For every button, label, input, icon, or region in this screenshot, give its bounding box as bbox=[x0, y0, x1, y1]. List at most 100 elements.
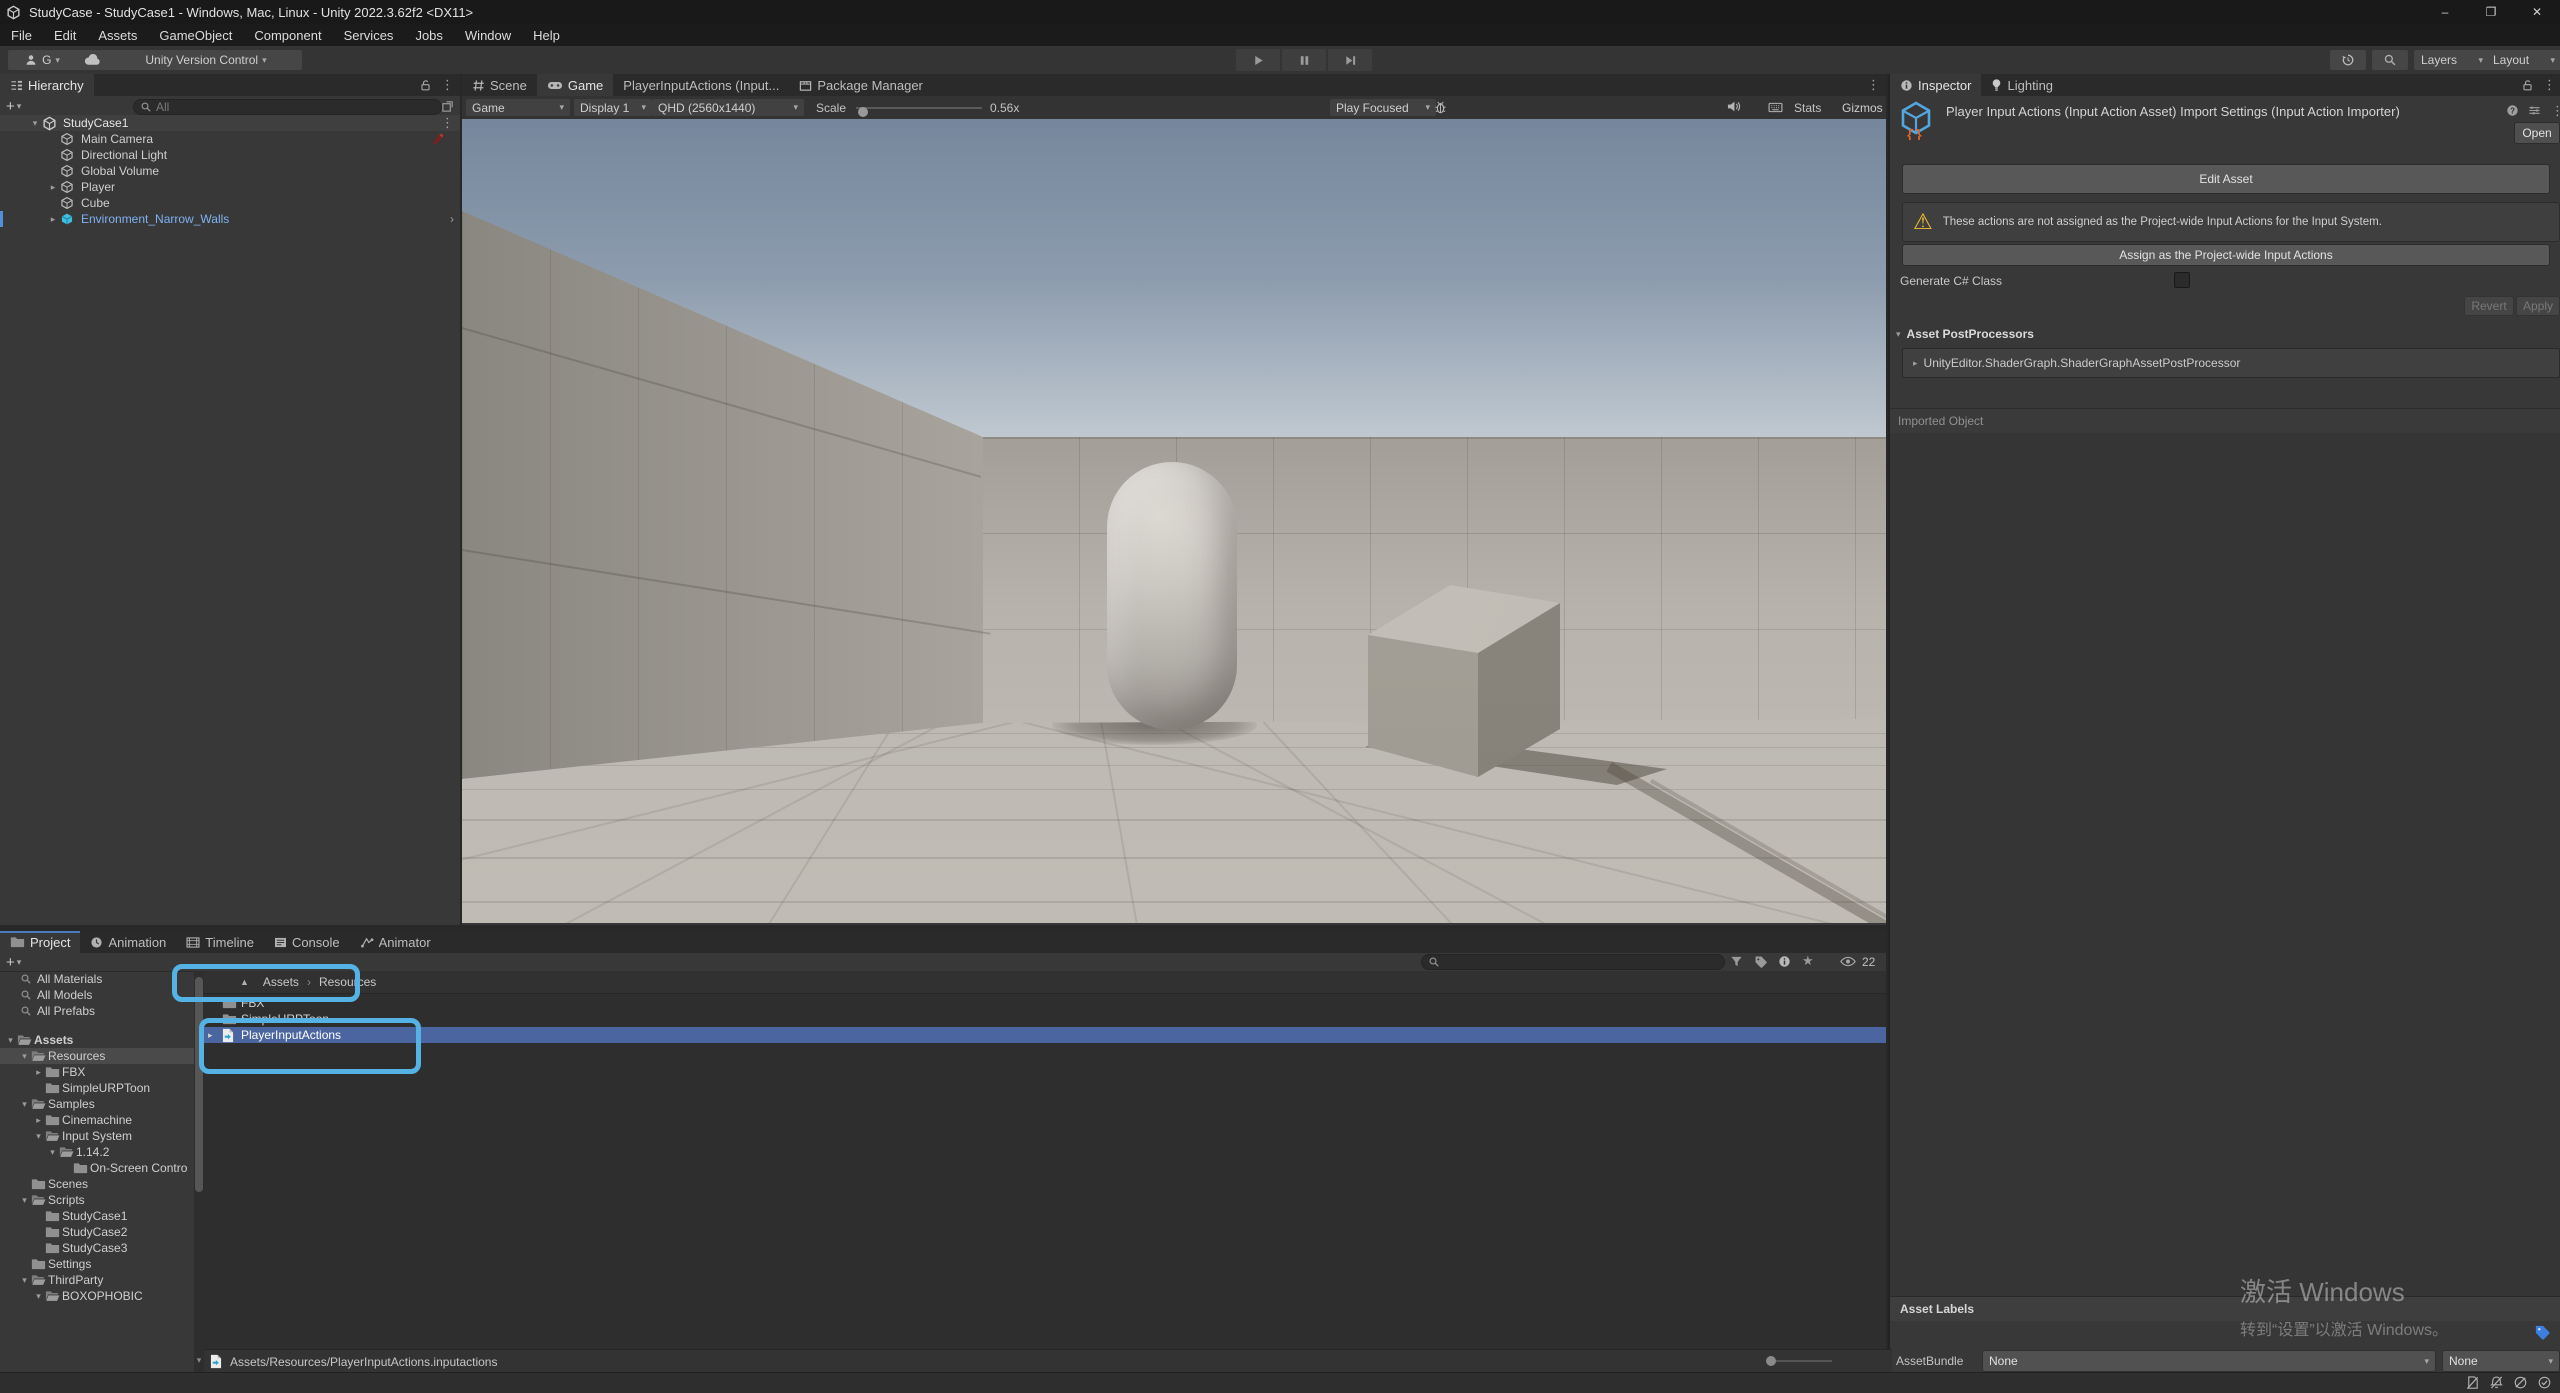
expand-arrow-icon[interactable]: ▾ bbox=[18, 1051, 31, 1062]
menu-file[interactable]: File bbox=[0, 24, 43, 46]
project-search-input[interactable] bbox=[1444, 955, 1718, 969]
folder-cinemachine[interactable]: ▸Cinemachine bbox=[0, 1112, 194, 1128]
collapse-pane-icon[interactable]: ▲ bbox=[240, 977, 249, 987]
search-button[interactable] bbox=[2372, 50, 2408, 70]
apply-button[interactable]: Apply bbox=[2516, 296, 2560, 316]
folder-assets[interactable]: ▾Assets bbox=[0, 1032, 194, 1048]
version-control-dropdown[interactable]: Unity Version Control ▾ bbox=[110, 50, 302, 70]
cloud-button[interactable] bbox=[68, 50, 116, 70]
tab-timeline[interactable]: Timeline bbox=[176, 931, 264, 953]
maximize-button[interactable]: ❐ bbox=[2468, 0, 2514, 24]
folder-settings[interactable]: Settings bbox=[0, 1256, 194, 1272]
tab-inspector[interactable]: Inspector bbox=[1890, 74, 1981, 96]
icon-size-slider[interactable] bbox=[1768, 1360, 1832, 1362]
hierarchy-item-cube[interactable]: Cube bbox=[0, 195, 460, 211]
expand-arrow-icon[interactable]: ▾ bbox=[32, 1131, 45, 1142]
layers-dropdown[interactable]: Layers ▾ bbox=[2414, 50, 2490, 70]
folder-1-14-2[interactable]: ▾1.14.2 bbox=[0, 1144, 194, 1160]
hierarchy-search-input[interactable] bbox=[156, 100, 435, 114]
play-focus-dropdown[interactable]: Play Focused ▾ bbox=[1330, 99, 1436, 116]
search-by-type-icon[interactable] bbox=[1730, 955, 1743, 968]
hierarchy-item-environment-narrow-walls[interactable]: ▸Environment_Narrow_Walls› bbox=[0, 211, 460, 227]
menu-assets[interactable]: Assets bbox=[87, 24, 148, 46]
search-by-label-icon[interactable] bbox=[1754, 955, 1768, 969]
input-debug-icon[interactable] bbox=[1768, 102, 1783, 113]
revert-button[interactable]: Revert bbox=[2464, 296, 2514, 316]
hierarchy-item-directional-light[interactable]: Directional Light bbox=[0, 147, 460, 163]
panel-menu-icon[interactable]: ⋮ bbox=[2543, 77, 2556, 93]
favorite-all-prefabs[interactable]: All Prefabs bbox=[0, 1003, 194, 1019]
display-target-dropdown[interactable]: Display 1 ▾ bbox=[574, 99, 652, 116]
tab-animator[interactable]: Animator bbox=[350, 931, 441, 953]
undo-history-button[interactable] bbox=[2330, 50, 2366, 70]
debug-bug-icon[interactable] bbox=[1434, 100, 1447, 115]
postprocessors-foldout[interactable]: ▾ Asset PostProcessors bbox=[1890, 324, 2560, 344]
resolution-dropdown[interactable]: QHD (2560x1440) ▾ bbox=[652, 99, 804, 116]
layout-dropdown[interactable]: Layout ▾ bbox=[2486, 50, 2560, 70]
hierarchy-item-main-camera[interactable]: Main Camera bbox=[0, 131, 460, 147]
folder-on-screen-contro[interactable]: On-Screen Contro bbox=[0, 1160, 194, 1176]
tab-game[interactable]: Game bbox=[537, 74, 613, 96]
scrollbar-thumb[interactable] bbox=[195, 977, 203, 1192]
folder-studycase1[interactable]: StudyCase1 bbox=[0, 1208, 194, 1224]
create-object-button[interactable]: + ▾ bbox=[6, 98, 21, 115]
folder-resources[interactable]: ▾Resources bbox=[0, 1048, 194, 1064]
tab-package-manager[interactable]: Package Manager bbox=[789, 74, 933, 96]
expand-arrow-icon[interactable]: ▸ bbox=[46, 214, 60, 225]
lock-icon[interactable] bbox=[420, 79, 431, 92]
edit-asset-button[interactable]: Edit Asset bbox=[1902, 164, 2550, 194]
minimize-button[interactable]: – bbox=[2422, 0, 2468, 24]
expand-arrow-icon[interactable]: ▾ bbox=[28, 118, 42, 129]
hidden-packages-eye-icon[interactable] bbox=[1840, 956, 1856, 967]
assetbundle-dropdown[interactable]: None ▾ bbox=[1982, 1350, 2436, 1372]
asset-fbx[interactable]: FBX bbox=[204, 995, 1886, 1011]
folder-samples[interactable]: ▾Samples bbox=[0, 1096, 194, 1112]
menu-help[interactable]: Help bbox=[522, 24, 571, 46]
expand-arrow-icon[interactable]: ▾ bbox=[46, 1147, 59, 1158]
search-info-icon[interactable] bbox=[1778, 955, 1791, 968]
expand-arrow-icon[interactable]: ▸ bbox=[32, 1067, 45, 1078]
notifications-muted-icon[interactable] bbox=[2489, 1375, 2504, 1390]
menu-window[interactable]: Window bbox=[454, 24, 522, 46]
mute-audio-icon[interactable] bbox=[1726, 100, 1741, 113]
expand-arrow-icon[interactable]: ▸ bbox=[46, 182, 60, 193]
hierarchy-item-player[interactable]: ▸Player bbox=[0, 179, 460, 195]
folder-scenes[interactable]: Scenes bbox=[0, 1176, 194, 1192]
menu-edit[interactable]: Edit bbox=[43, 24, 87, 46]
tab-lighting[interactable]: Lighting bbox=[1981, 74, 2063, 96]
game-viewport[interactable] bbox=[462, 119, 1886, 923]
folder-scripts[interactable]: ▾Scripts bbox=[0, 1192, 194, 1208]
help-icon[interactable]: ? bbox=[2506, 104, 2519, 117]
scale-slider[interactable] bbox=[856, 107, 982, 109]
folder-studycase3[interactable]: StudyCase3 bbox=[0, 1240, 194, 1256]
expand-arrow-icon[interactable]: ▾ bbox=[18, 1195, 31, 1206]
menu-jobs[interactable]: Jobs bbox=[404, 24, 453, 46]
postprocessor-item[interactable]: ▸ UnityEditor.ShaderGraph.ShaderGraphAss… bbox=[1902, 348, 2560, 378]
menu-services[interactable]: Services bbox=[333, 24, 405, 46]
play-button[interactable] bbox=[1236, 49, 1280, 71]
asset-simpleurptoon[interactable]: SimpleURPToon bbox=[204, 1011, 1886, 1027]
expand-arrow-icon[interactable]: ▸ bbox=[32, 1115, 45, 1126]
expand-arrow-icon[interactable]: ▾ bbox=[18, 1275, 31, 1286]
asset-labels-tag-icon[interactable] bbox=[2534, 1324, 2551, 1341]
stats-button[interactable]: Stats bbox=[1794, 101, 1821, 115]
presets-icon[interactable] bbox=[2528, 104, 2541, 117]
scene-header-row[interactable]: ▾ StudyCase1 ⋮ bbox=[0, 115, 460, 131]
scroll-down-icon[interactable]: ▾ bbox=[194, 1355, 204, 1366]
tab-playerinputactions[interactable]: PlayerInputActions (Input... bbox=[613, 74, 789, 96]
create-asset-button[interactable]: + ▾ bbox=[6, 954, 21, 971]
hierarchy-item-global-volume[interactable]: Global Volume bbox=[0, 163, 460, 179]
display-mode-dropdown[interactable]: Game ▾ bbox=[466, 99, 570, 116]
tab-animation[interactable]: Animation bbox=[80, 931, 176, 953]
folder-boxophobic[interactable]: ▾BOXOPHOBIC bbox=[0, 1288, 194, 1303]
menu-component[interactable]: Component bbox=[243, 24, 332, 46]
tab-project[interactable]: Project bbox=[0, 931, 80, 953]
breadcrumb-current[interactable]: Resources bbox=[319, 975, 376, 989]
hierarchy-search-field[interactable] bbox=[133, 99, 442, 115]
step-button[interactable] bbox=[1328, 49, 1372, 71]
tab-console[interactable]: Console bbox=[264, 931, 350, 953]
breadcrumb-root[interactable]: Assets bbox=[263, 975, 299, 989]
asset-playerinputactions[interactable]: ▸PlayerInputActions bbox=[204, 1027, 1886, 1043]
generate-class-checkbox[interactable] bbox=[2174, 272, 2190, 288]
folder-studycase2[interactable]: StudyCase2 bbox=[0, 1224, 194, 1240]
